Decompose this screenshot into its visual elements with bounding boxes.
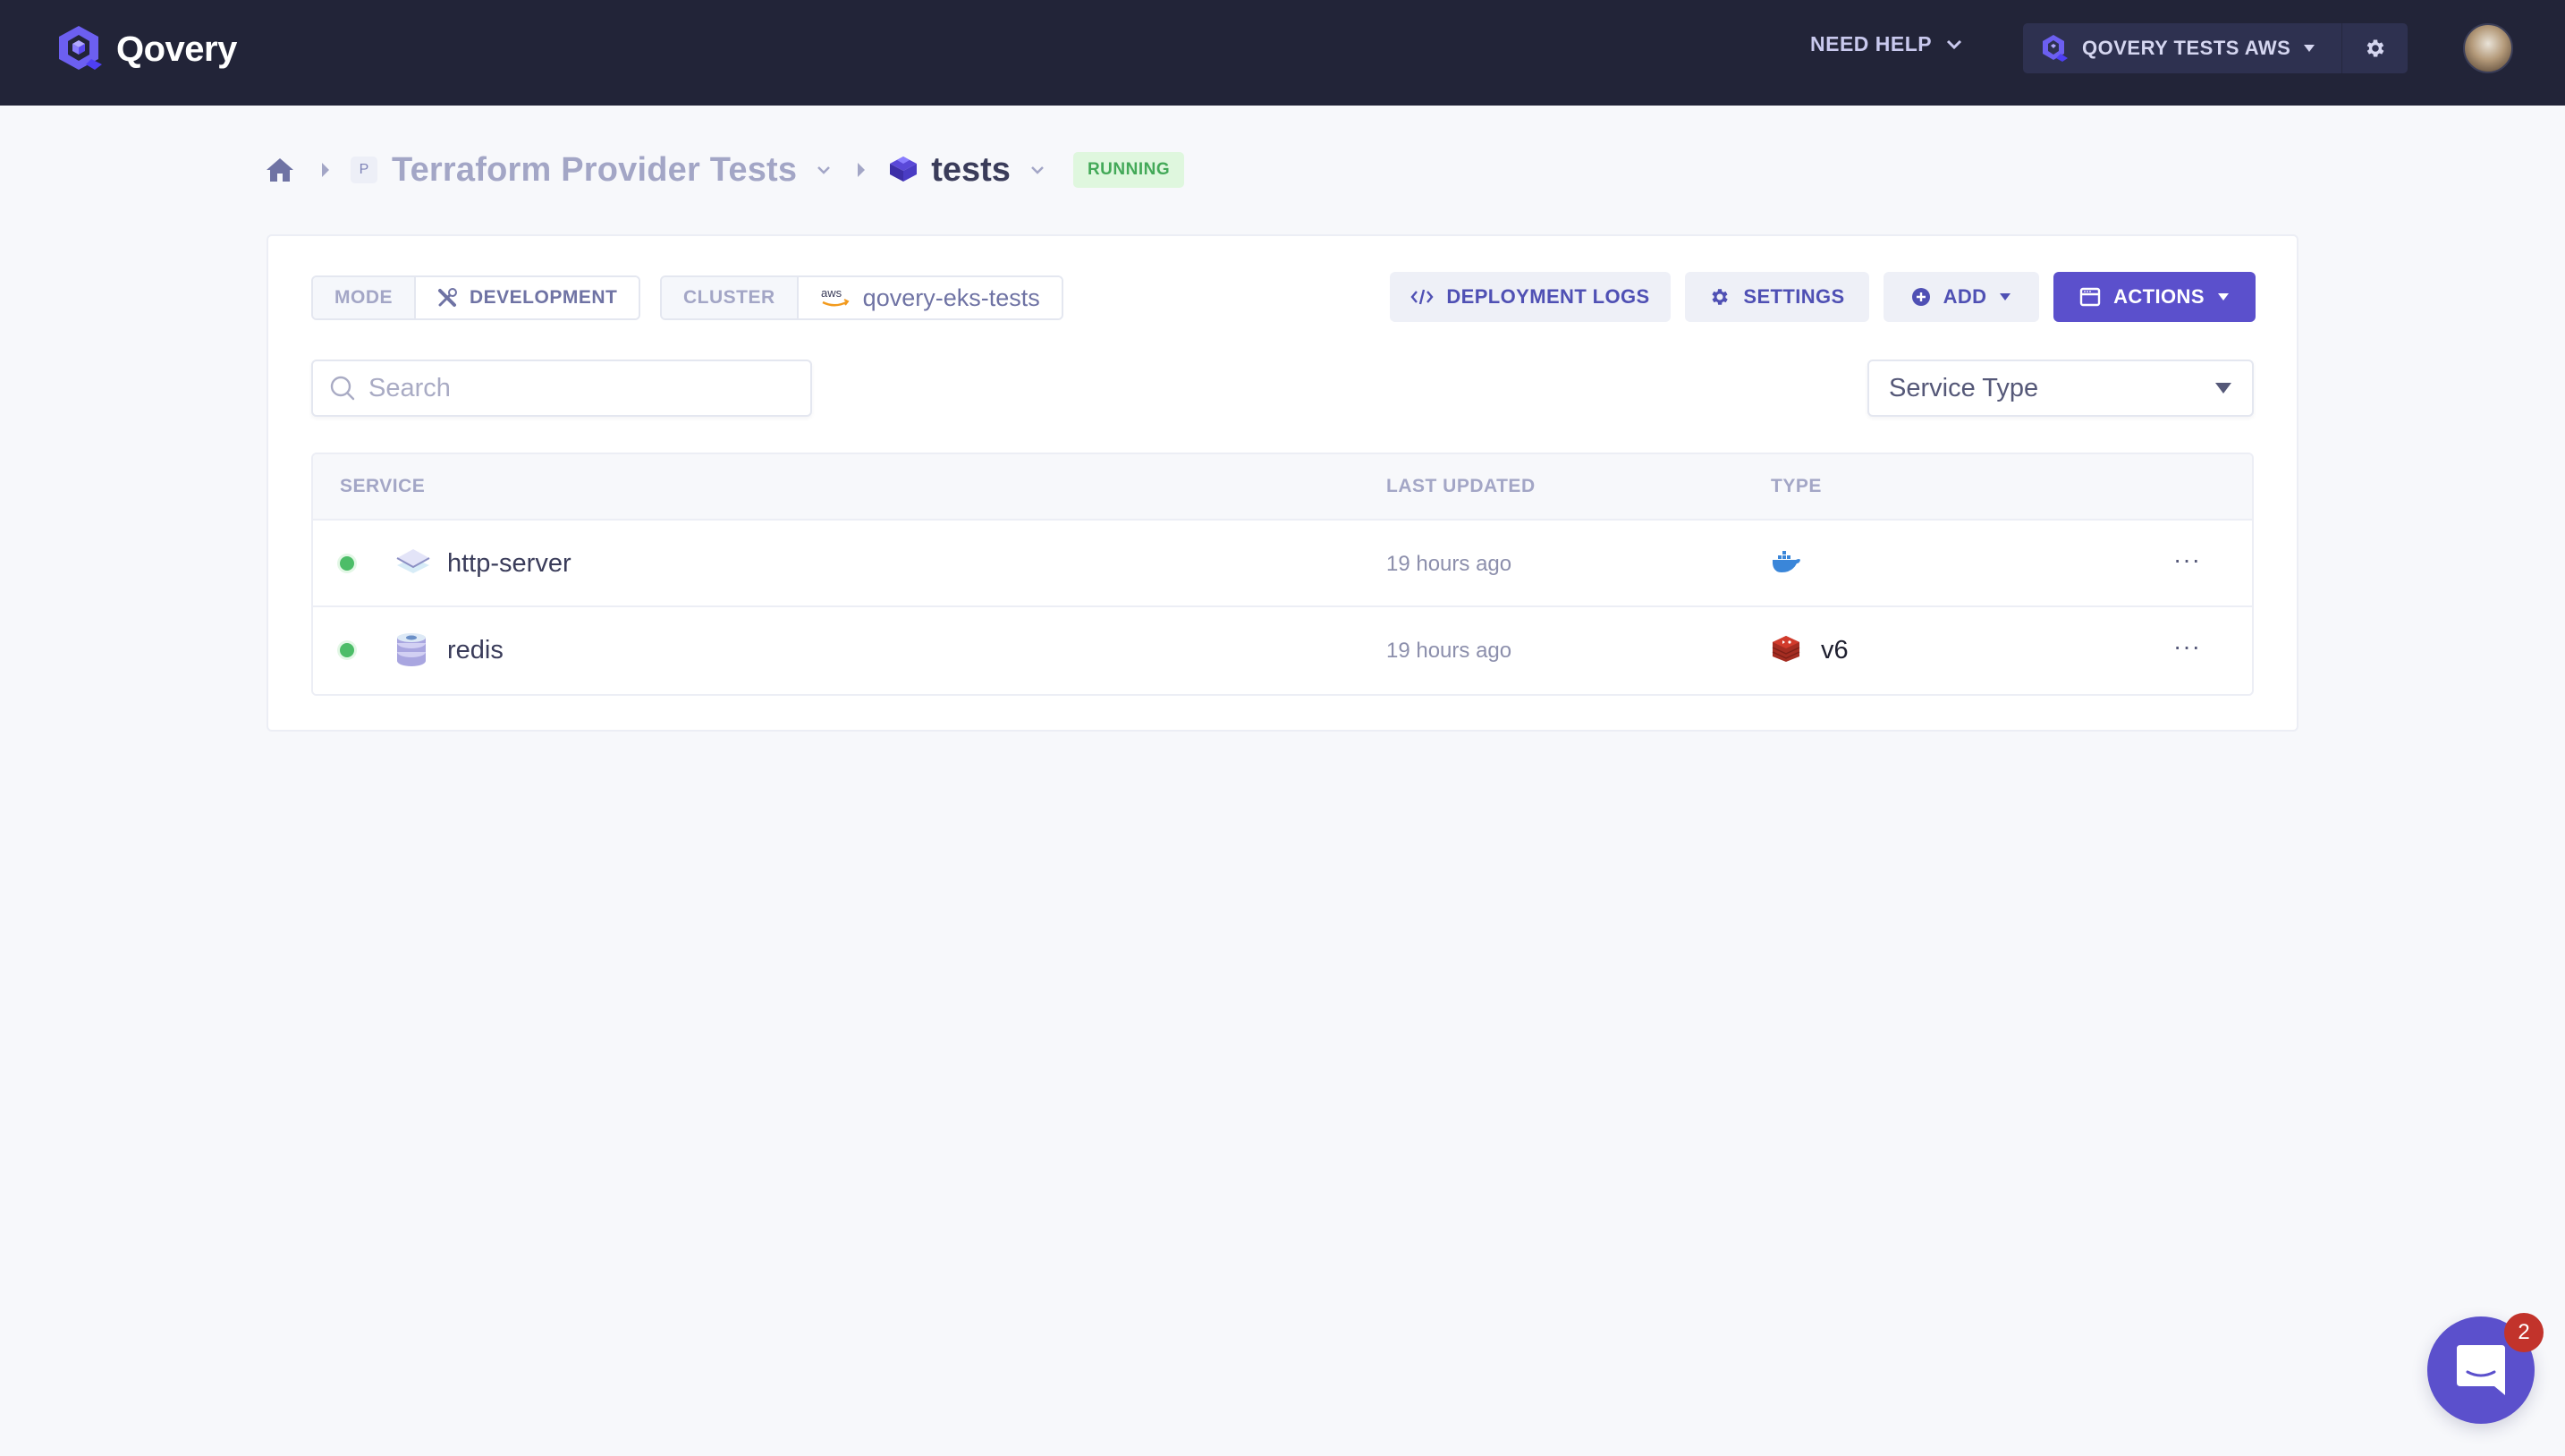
cluster-value: aws qovery-eks-tests [798,277,1062,318]
organization-name: QOVERY TESTS AWS [2082,37,2291,59]
qovery-logo[interactable]: Qovery [55,23,237,75]
search-input[interactable] [368,373,780,403]
search-field [311,360,812,417]
organization-settings-button[interactable] [2342,23,2408,73]
environment-services-card: MODE DEVELOPMENT CLUSTER aws qovery-eks-… [267,234,2298,732]
caret-down-icon [2304,45,2315,52]
add-label: ADD [1943,285,1987,308]
search-icon [330,376,355,401]
table-row[interactable]: redis 19 hours ago v6 ··· [313,607,2252,694]
organization-switcher: QOVERY TESTS AWS [2023,23,2408,73]
actions-button[interactable]: ACTIONS [2053,272,2256,322]
service-type-value: Service Type [1889,373,2039,402]
application-icon [396,549,430,573]
settings-label: SETTINGS [1743,285,1845,308]
caret-down-icon [2217,293,2229,301]
settings-button[interactable]: SETTINGS [1685,272,1869,322]
redis-icon [1772,636,1800,662]
status-running-indicator [340,643,354,657]
top-navigation-bar: Qovery NEED HELP QOVERY TESTS AWS [0,0,2565,106]
need-help-menu[interactable]: NEED HELP [1810,32,1962,56]
services-table: SERVICE LAST UPDATED TYPE http-server 19… [311,453,2254,696]
chevron-down-icon [1947,39,1962,49]
qovery-logo-icon [59,26,102,70]
chevron-down-icon [817,166,831,174]
plus-circle-icon [1911,288,1930,306]
gear-icon [1712,289,1729,305]
add-service-button[interactable]: ADD [1884,272,2039,322]
row-more-options-button[interactable]: ··· [2173,546,2201,574]
service-name[interactable]: http-server [447,549,571,579]
column-header-last-updated[interactable]: LAST UPDATED [1386,476,1536,497]
need-help-label: NEED HELP [1810,32,1933,55]
mode-value-text: DEVELOPMENT [470,287,618,308]
service-type-select[interactable]: Service Type [1867,360,2254,417]
brand-name: Qovery [116,29,237,69]
deployment-logs-label: DEPLOYMENT LOGS [1446,285,1650,308]
chat-icon [2457,1345,2505,1395]
table-header: SERVICE LAST UPDATED TYPE [313,454,2252,521]
row-more-options-button[interactable]: ··· [2173,632,2201,661]
environment-dropdown-chevron[interactable] [1030,165,1045,175]
breadcrumb-separator-icon [856,161,867,179]
chevron-down-icon [1031,166,1044,174]
cluster-label: CLUSTER [662,277,799,318]
service-name[interactable]: redis [447,636,504,665]
cluster-name: qovery-eks-tests [862,284,1040,311]
docker-icon [1773,551,1800,572]
aws-icon: aws [821,286,850,307]
mode-label: MODE [313,277,416,318]
cluster-tag: CLUSTER aws qovery-eks-tests [660,275,1063,320]
user-avatar[interactable] [2463,23,2513,73]
last-updated: 19 hours ago [1386,639,1512,663]
home-icon [267,158,293,182]
deployment-logs-button[interactable]: DEPLOYMENT LOGS [1390,272,1671,322]
actions-label: ACTIONS [2113,285,2205,308]
caret-down-icon [2000,293,2011,301]
environment-status-badge: RUNNING [1072,152,1185,188]
table-row[interactable]: http-server 19 hours ago ··· [313,521,2252,607]
service-version: v6 [1821,636,1849,665]
status-running-indicator [340,556,354,571]
project-name-link[interactable]: Terraform Provider Tests [392,151,797,190]
organization-dropdown[interactable]: QOVERY TESTS AWS [2023,23,2341,73]
last-updated: 19 hours ago [1386,552,1512,576]
breadcrumb-separator-icon [320,161,331,179]
database-icon [397,633,426,666]
mode-tag: MODE DEVELOPMENT [311,275,641,320]
environment-icon [890,157,918,182]
home-link[interactable] [265,157,295,183]
svg-text:aws: aws [821,286,842,300]
caret-down-icon [2215,383,2231,394]
unread-messages-badge: 2 [2504,1313,2544,1352]
breadcrumb: P Terraform Provider Tests tests RUNNING [265,148,1185,191]
environment-name-link[interactable]: tests [931,151,1011,190]
mode-value: DEVELOPMENT [416,277,639,318]
gear-icon [2366,39,2383,57]
project-badge: P [351,157,377,183]
organization-logo-icon [2043,35,2068,62]
column-header-service[interactable]: SERVICE [340,476,425,497]
column-header-type[interactable]: TYPE [1771,476,1822,497]
tools-icon [438,288,457,307]
window-icon [2079,287,2101,307]
code-icon [1410,289,1434,305]
project-dropdown-chevron[interactable] [817,165,831,175]
